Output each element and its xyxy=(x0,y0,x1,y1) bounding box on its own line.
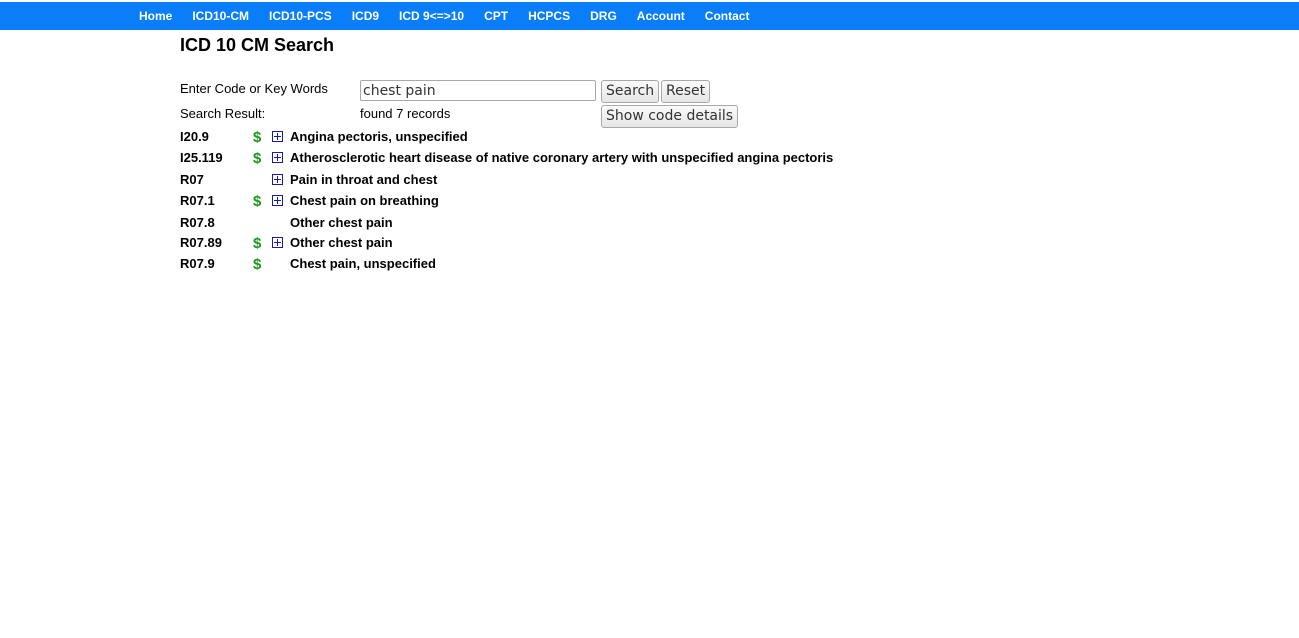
list-item: I20.9 $ Angina pectoris, unspecified xyxy=(180,129,1080,149)
nav-icd10-pcs[interactable]: ICD10-PCS xyxy=(269,9,332,23)
top-navigation-bar: Home ICD10-CM ICD10-PCS ICD9 ICD 9<=>10 … xyxy=(0,2,1299,30)
result-code[interactable]: I25.119 xyxy=(180,150,223,165)
result-code[interactable]: R07.9 xyxy=(180,256,215,271)
search-result-label: Search Result: xyxy=(180,106,266,121)
expand-plus-icon[interactable] xyxy=(272,195,283,206)
list-item: R07 Pain in throat and chest xyxy=(180,172,1080,192)
list-item: R07.1 $ Chest pain on breathing xyxy=(180,193,1080,213)
show-code-details-button[interactable]: Show code details xyxy=(601,105,739,128)
nav-drg[interactable]: DRG xyxy=(590,9,617,23)
search-button[interactable]: Search xyxy=(601,80,660,103)
nav-icd10-cm[interactable]: ICD10-CM xyxy=(192,9,249,23)
result-code[interactable]: R07.8 xyxy=(180,215,215,230)
search-label: Enter Code or Key Words xyxy=(180,81,328,96)
expand-plus-icon[interactable] xyxy=(272,237,283,248)
search-input[interactable] xyxy=(360,80,596,101)
expand-plus-icon[interactable] xyxy=(272,131,283,142)
expand-plus-icon[interactable] xyxy=(272,152,283,163)
result-description: Other chest pain xyxy=(290,215,393,230)
dollar-icon[interactable]: $ xyxy=(253,235,261,252)
list-item: I25.119 $ Atherosclerotic heart disease of… xyxy=(180,150,1080,170)
nav-icd9-to-10[interactable]: ICD 9<=>10 xyxy=(399,9,464,23)
result-description: Chest pain, unspecified xyxy=(290,256,436,271)
nav-hcpcs[interactable]: HCPCS xyxy=(528,9,570,23)
list-item: R07.9 $ Chest pain, unspecified xyxy=(180,256,1080,276)
dollar-icon[interactable]: $ xyxy=(253,256,261,273)
nav-home[interactable]: Home xyxy=(139,9,172,23)
list-item: R07.8 Other chest pain xyxy=(180,215,1080,235)
result-description: Chest pain on breathing xyxy=(290,193,439,208)
nav-account[interactable]: Account xyxy=(637,9,685,23)
expand-plus-icon[interactable] xyxy=(272,174,283,185)
nav-icd9[interactable]: ICD9 xyxy=(352,9,379,23)
reset-button[interactable]: Reset xyxy=(661,80,711,103)
result-description: Atherosclerotic heart disease of native … xyxy=(290,150,834,165)
result-description: Other chest pain xyxy=(290,235,393,250)
result-count: found 7 records xyxy=(360,106,451,121)
result-code[interactable]: R07.1 xyxy=(180,193,215,208)
nav-cpt[interactable]: CPT xyxy=(484,9,508,23)
result-code[interactable]: R07.89 xyxy=(180,235,222,250)
main-nav: Home ICD10-CM ICD10-PCS ICD9 ICD 9<=>10 … xyxy=(139,2,769,30)
dollar-icon[interactable]: $ xyxy=(253,193,261,210)
result-code[interactable]: R07 xyxy=(180,172,204,187)
result-description: Angina pectoris, unspecified xyxy=(290,129,468,144)
nav-contact[interactable]: Contact xyxy=(705,9,750,23)
result-code[interactable]: I20.9 xyxy=(180,129,209,144)
result-description: Pain in throat and chest xyxy=(290,172,438,187)
dollar-icon[interactable]: $ xyxy=(253,129,261,146)
dollar-icon[interactable]: $ xyxy=(253,150,261,167)
page-title: ICD 10 CM Search xyxy=(180,35,335,55)
list-item: R07.89 $ Other chest pain xyxy=(180,235,1080,255)
